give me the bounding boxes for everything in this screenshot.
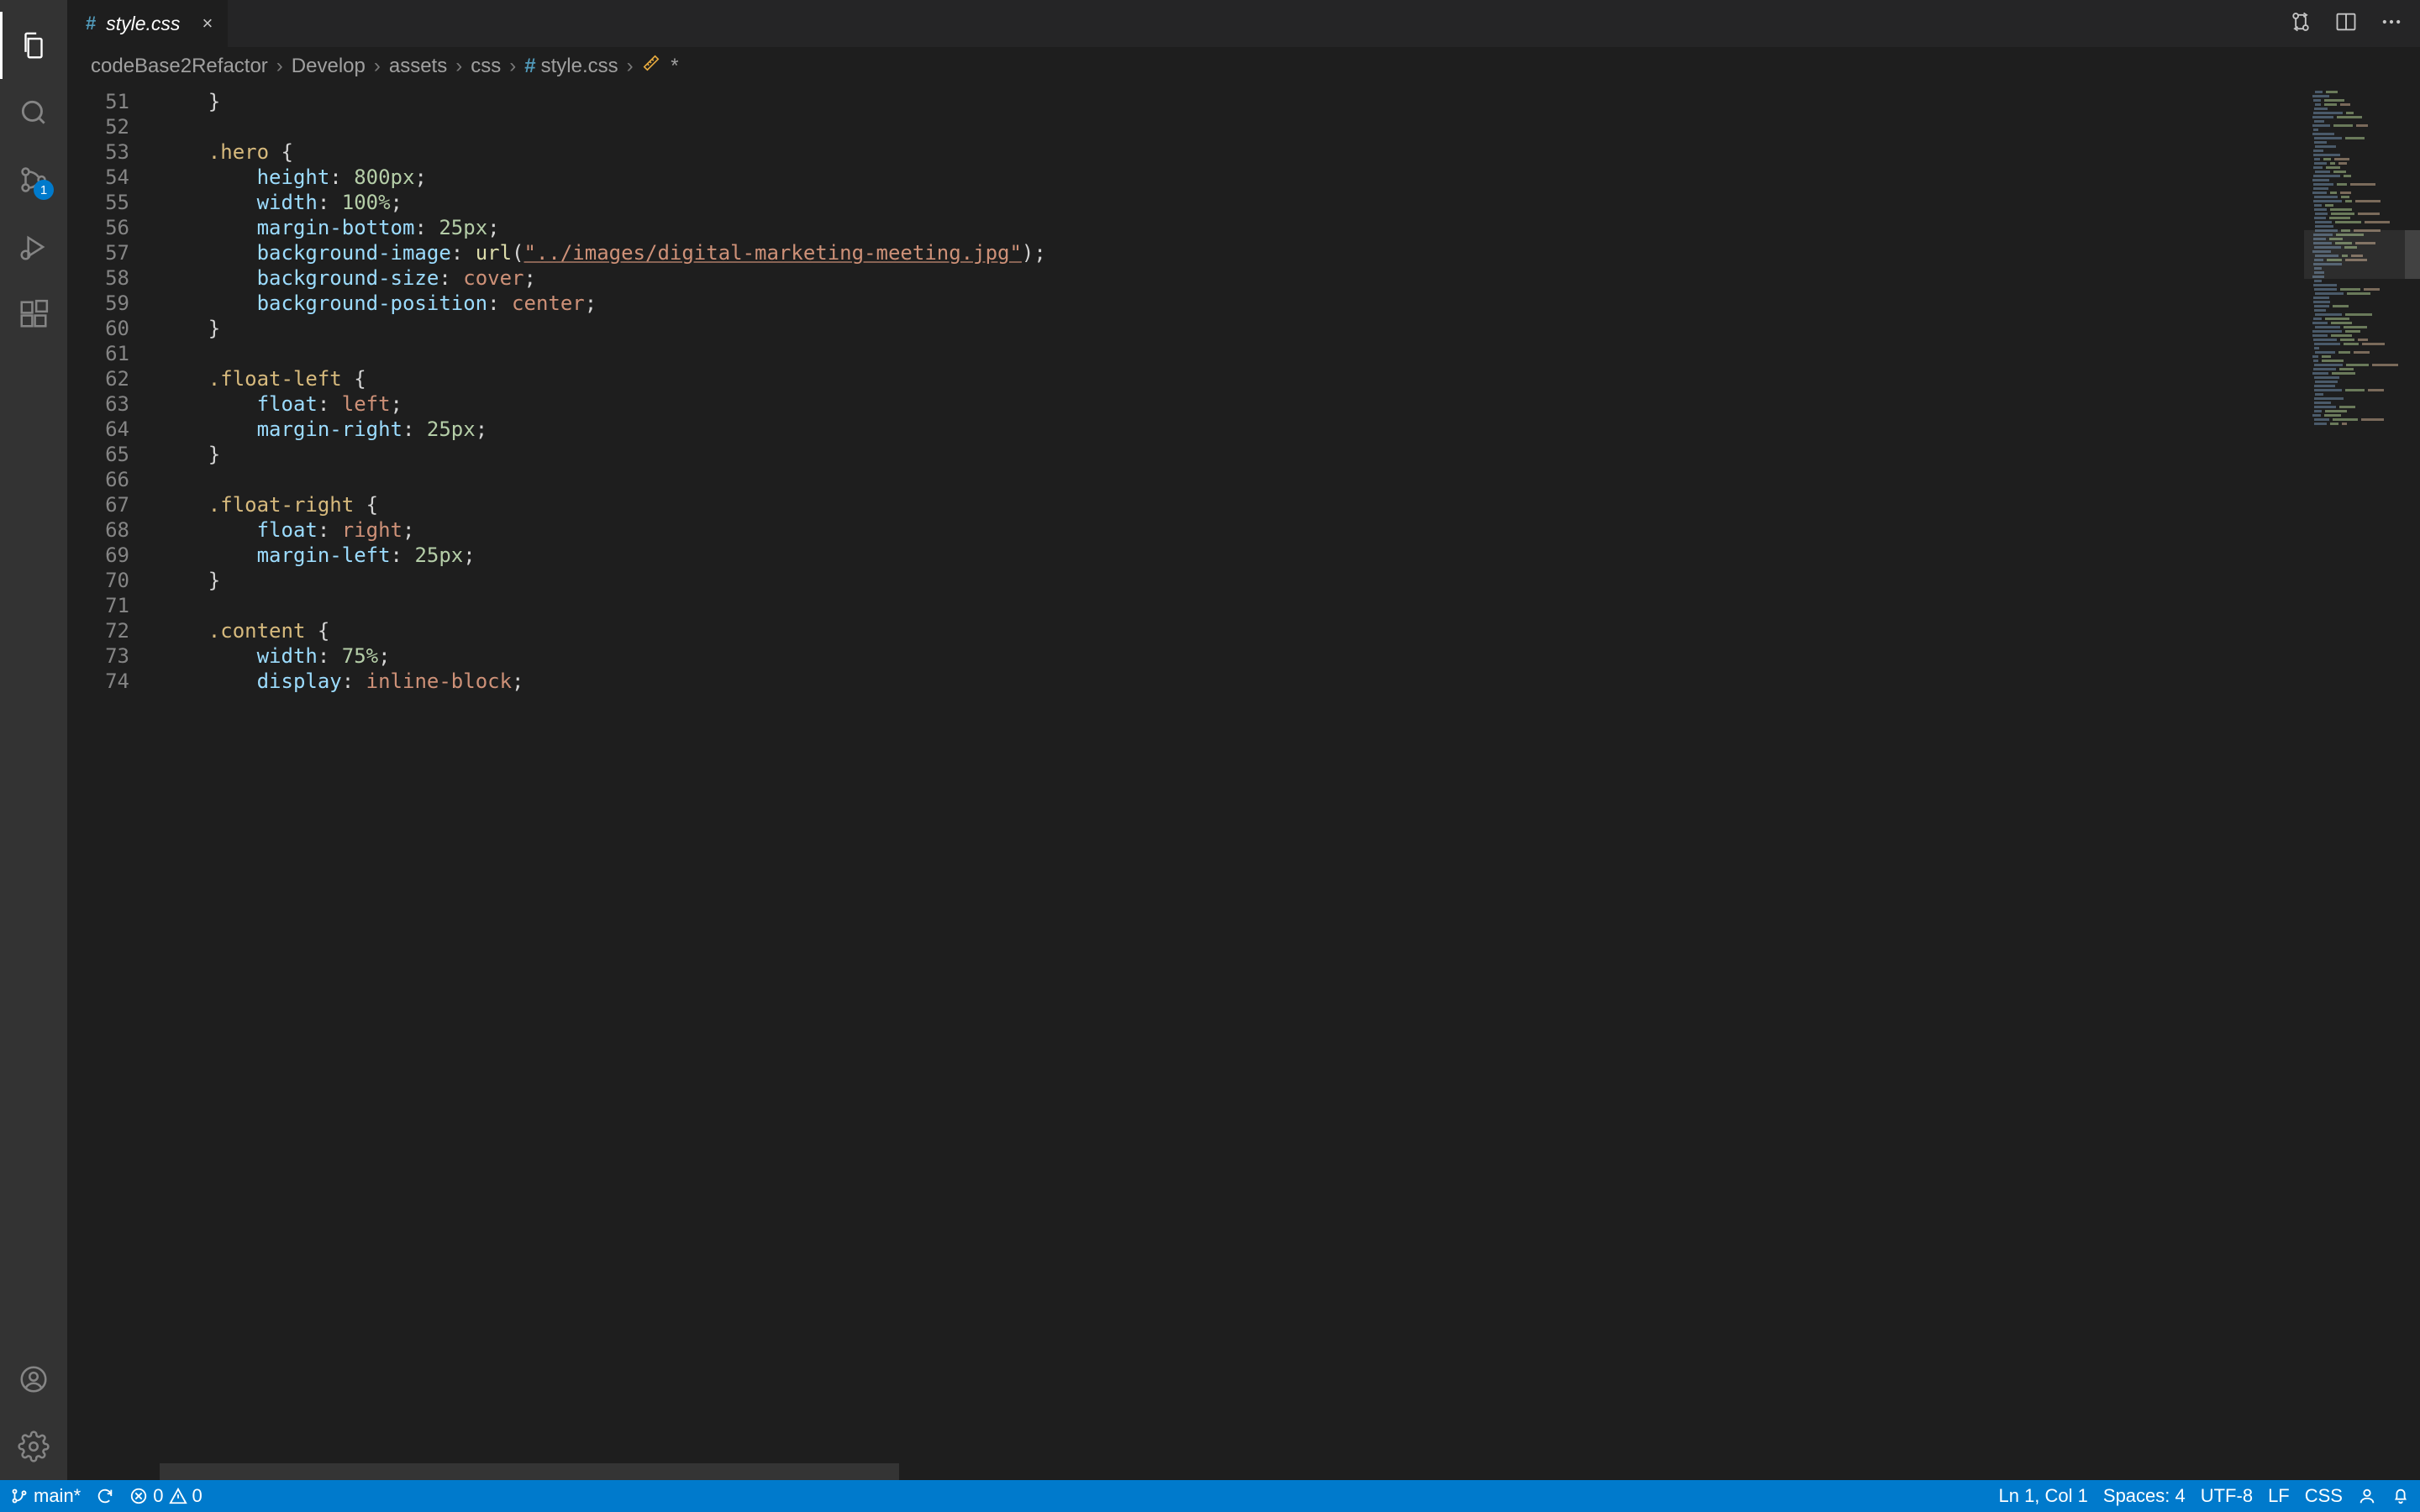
breadcrumb-file[interactable]: #style.css <box>524 55 618 78</box>
tab-style-css[interactable]: # style.css × <box>67 0 229 47</box>
status-sync-icon[interactable] <box>96 1487 114 1505</box>
run-debug-icon[interactable] <box>0 213 67 281</box>
compare-changes-icon[interactable] <box>2289 10 2312 38</box>
code-area[interactable]: } .hero { height: 800px; width: 100%; ma… <box>160 86 2304 1480</box>
breadcrumb-symbol[interactable]: * <box>642 54 679 78</box>
breadcrumb-item[interactable]: css <box>471 55 501 78</box>
main-area: 1 # style.css × <box>0 0 2420 1480</box>
scrollbar-vertical[interactable] <box>2405 86 2420 1480</box>
minimap[interactable] <box>2304 86 2405 1480</box>
status-bar: main* 0 0 Ln 1, Col 1 Spaces: 4 UTF-8 LF… <box>0 1480 2420 1512</box>
status-cursor[interactable]: Ln 1, Col 1 <box>1998 1485 2087 1507</box>
explorer-icon[interactable] <box>0 12 67 79</box>
status-problems[interactable]: 0 0 <box>129 1485 203 1507</box>
activity-bar: 1 <box>0 0 67 1480</box>
scrollbar-thumb[interactable] <box>2405 230 2420 279</box>
scm-badge: 1 <box>34 180 54 200</box>
source-control-icon[interactable]: 1 <box>0 146 67 213</box>
status-language[interactable]: CSS <box>2305 1485 2343 1507</box>
status-encoding[interactable]: UTF-8 <box>2201 1485 2253 1507</box>
breadcrumb-item[interactable]: codeBase2Refactor <box>91 55 268 78</box>
css-file-icon: # <box>524 55 535 77</box>
split-editor-icon[interactable] <box>2334 10 2358 38</box>
chevron-right-icon: › <box>627 55 634 78</box>
chevron-right-icon: › <box>374 55 381 78</box>
tab-close-icon[interactable]: × <box>202 13 213 34</box>
status-feedback-icon[interactable] <box>2358 1487 2376 1505</box>
tab-actions <box>2289 10 2420 38</box>
editor-column: # style.css × codeBase2Refactor › D <box>67 0 2420 1480</box>
symbol-ruler-icon <box>642 54 660 72</box>
css-file-icon: # <box>86 13 96 34</box>
tabs-row: # style.css × <box>67 0 2420 47</box>
account-icon[interactable] <box>0 1346 67 1413</box>
minimap-viewport[interactable] <box>2304 230 2405 279</box>
tab-filename: style.css <box>106 13 180 35</box>
breadcrumbs[interactable]: codeBase2Refactor › Develop › assets › c… <box>67 47 2420 86</box>
search-icon[interactable] <box>0 79 67 146</box>
settings-gear-icon[interactable] <box>0 1413 67 1480</box>
breadcrumb-item[interactable]: Develop <box>292 55 366 78</box>
status-bell-icon[interactable] <box>2391 1487 2410 1505</box>
extensions-icon[interactable] <box>0 281 67 348</box>
status-eol[interactable]: LF <box>2268 1485 2290 1507</box>
breadcrumb-item[interactable]: assets <box>389 55 447 78</box>
chevron-right-icon: › <box>509 55 516 78</box>
chevron-right-icon: › <box>276 55 283 78</box>
status-indent[interactable]: Spaces: 4 <box>2103 1485 2186 1507</box>
editor-body: 5152535455565758596061626364656667686970… <box>67 86 2420 1480</box>
status-branch[interactable]: main* <box>10 1485 81 1507</box>
more-actions-icon[interactable] <box>2380 10 2403 38</box>
scrollbar-horizontal[interactable] <box>160 1463 899 1480</box>
chevron-right-icon: › <box>455 55 462 78</box>
line-number-gutter: 5152535455565758596061626364656667686970… <box>67 86 160 1480</box>
